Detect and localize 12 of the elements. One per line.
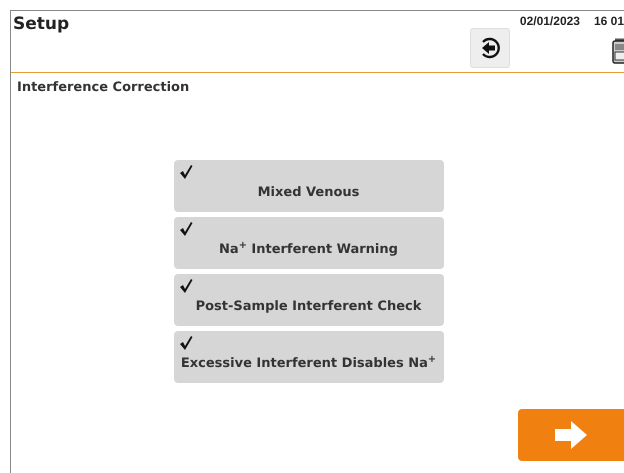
cartridge-icon: [612, 38, 624, 64]
arrow-right-icon: [553, 418, 589, 450]
back-button[interactable]: [470, 28, 510, 68]
next-button[interactable]: [518, 408, 624, 460]
option-toggle[interactable]: Excessive Interferent Disables Na$^{+}$: [174, 330, 444, 382]
option-toggle[interactable]: Post-Sample Interferent Check: [174, 274, 444, 326]
option-toggle[interactable]: Mixed Venous: [174, 160, 444, 212]
option-toggle[interactable]: Na$^{+}$ Interferent Warning: [174, 216, 444, 268]
page-title: Setup: [12, 13, 70, 36]
time-text: 16 01: [594, 13, 624, 30]
date-text: 02/01/2023: [520, 13, 580, 30]
section-title: Interference Correction: [16, 79, 190, 97]
